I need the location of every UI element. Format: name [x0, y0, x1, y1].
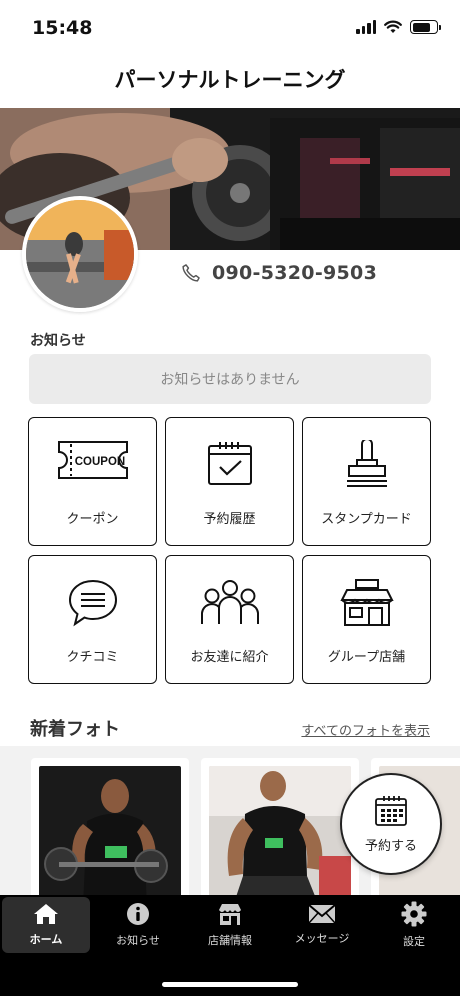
coupon-icon-text: COUPON [74, 456, 124, 468]
cellular-signal-icon [356, 20, 376, 34]
stamp-card-label: スタンプカード [321, 512, 412, 527]
status-time: 15:48 [32, 17, 93, 39]
home-icon [34, 904, 58, 924]
phone-number: 090-5320-9503 [212, 262, 378, 284]
review-label: クチコミ [66, 650, 119, 665]
calendar-icon [375, 795, 407, 826]
photo-card[interactable] [201, 758, 359, 896]
speech-bubble-icon [68, 579, 117, 627]
shop-avatar [22, 196, 138, 312]
phone-link[interactable]: 090-5320-9503 [180, 262, 377, 284]
tab-messages[interactable]: メッセージ [278, 897, 366, 953]
battery-icon [410, 20, 441, 34]
tab-shop-info-label: 店舗情報 [208, 934, 252, 947]
photos-section-title: 新着フォト [30, 719, 120, 740]
stamp-card-tile[interactable]: スタンプカード [302, 417, 431, 546]
tab-messages-label: メッセージ [294, 932, 350, 945]
photo-card[interactable] [31, 758, 189, 896]
refer-friend-tile[interactable]: お友達に紹介 [165, 555, 294, 684]
tab-home[interactable]: ホーム [2, 897, 90, 953]
tab-home-label: ホーム [29, 933, 63, 946]
tab-settings-label: 設定 [403, 935, 425, 948]
review-tile[interactable]: クチコミ [28, 555, 157, 684]
photo-image [209, 766, 351, 896]
mail-icon [308, 904, 336, 924]
phone-icon [182, 264, 200, 282]
group-store-label: グループ店舗 [327, 650, 406, 665]
tab-shop-info[interactable]: 店舗情報 [186, 897, 274, 953]
calendar-check-icon [207, 442, 252, 485]
info-icon [127, 903, 149, 925]
coupon-label: クーポン [66, 512, 119, 527]
group-store-tile[interactable]: グループ店舗 [302, 555, 431, 684]
store-icon [339, 579, 394, 626]
page-title: パーソナルトレーニング [114, 68, 346, 92]
notice-empty-text: お知らせはありません [160, 372, 300, 388]
reservation-history-label: 予約履歴 [203, 512, 256, 527]
notice-label: お知らせ [30, 333, 86, 349]
coupon-tile[interactable]: COUPON クーポン [28, 417, 157, 546]
photo-image [39, 766, 181, 896]
status-icons [356, 20, 441, 34]
see-all-photos-link[interactable]: すべてのフォトを表示 [301, 720, 430, 739]
refer-friend-label: お友達に紹介 [190, 650, 269, 665]
reserve-label: 予約する [364, 838, 417, 854]
wifi-icon [384, 20, 402, 33]
stamp-icon [346, 440, 387, 487]
tab-notices[interactable]: お知らせ [94, 897, 182, 953]
status-bar: 15:48 [0, 0, 460, 56]
tab-notices-label: お知らせ [116, 934, 160, 947]
coupon-icon: COUPON [57, 441, 128, 479]
bottom-tab-bar: ホーム お知らせ 店舗情報 メッセージ 設定 [0, 895, 460, 996]
reserve-button[interactable]: 予約する [340, 773, 442, 875]
gear-icon [401, 901, 427, 927]
reservation-history-tile[interactable]: 予約履歴 [165, 417, 294, 546]
home-indicator [162, 982, 298, 987]
people-icon [200, 580, 259, 624]
notice-box: お知らせはありません [29, 354, 431, 404]
shop-icon [219, 904, 241, 925]
tab-settings[interactable]: 設定 [370, 897, 458, 953]
